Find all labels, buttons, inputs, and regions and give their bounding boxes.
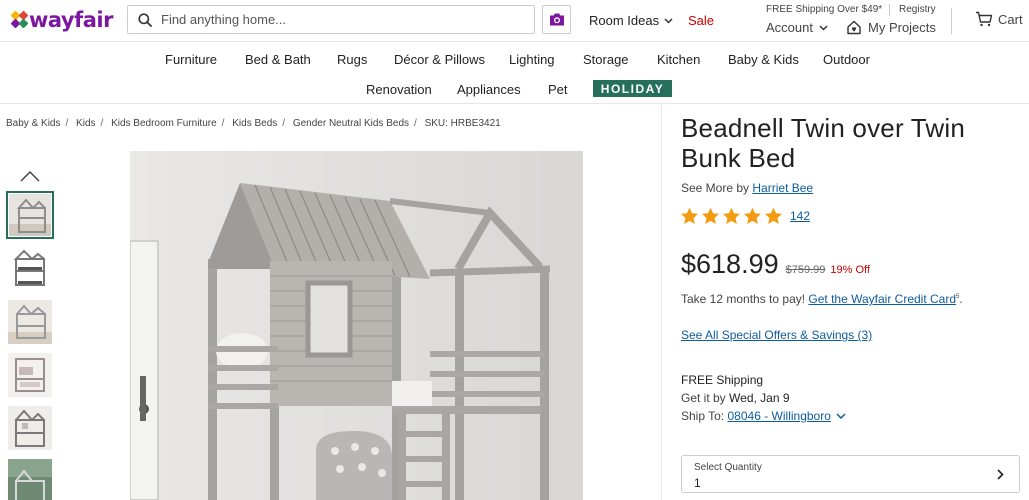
divider xyxy=(889,4,890,16)
original-price: $759.99 xyxy=(785,264,826,276)
thumbnail-4[interactable] xyxy=(8,353,52,397)
nav-item-decor-pillows[interactable]: Décor & Pillows xyxy=(394,52,485,67)
review-count-link[interactable]: 142 xyxy=(790,209,810,223)
my-projects-label: My Projects xyxy=(868,20,936,35)
free-shipping-label: FREE Shipping xyxy=(681,373,764,387)
product-title: Beadnell Twin over Twin Bunk Bed xyxy=(681,113,966,173)
nav-item-bed-bath[interactable]: Bed & Bath xyxy=(245,52,311,67)
logo-text: wayfair xyxy=(29,8,113,32)
thumbnail-1[interactable] xyxy=(6,191,54,239)
free-shipping-promo[interactable]: FREE Shipping Over $49* xyxy=(766,4,882,15)
breadcrumb-item[interactable]: Gender Neutral Kids Beds xyxy=(293,118,409,129)
logo-mark-icon xyxy=(10,10,29,29)
quantity-value: 1 xyxy=(694,476,701,490)
delivery-date: Wed, Jan 9 xyxy=(729,391,790,405)
search-box[interactable] xyxy=(127,5,535,34)
star-icon xyxy=(722,207,741,224)
credit-card-link[interactable]: Get the Wayfair Credit Card xyxy=(808,292,956,306)
nav-item-storage[interactable]: Storage xyxy=(583,52,629,67)
chevron-down-icon[interactable] xyxy=(836,413,846,419)
brand-link[interactable]: Harriet Bee xyxy=(752,181,813,195)
search-input[interactable] xyxy=(161,12,521,27)
breadcrumb-item[interactable]: Kids Beds xyxy=(232,118,277,129)
nav-item-appliances[interactable]: Appliances xyxy=(457,82,521,97)
credit-promo-text: Take 12 months to pay! xyxy=(681,292,806,306)
registry-link[interactable]: Registry xyxy=(899,4,936,15)
nav-item-rugs[interactable]: Rugs xyxy=(337,52,367,67)
chevron-up-icon[interactable] xyxy=(20,170,40,182)
product-main-image[interactable] xyxy=(130,151,583,500)
visual-search-button[interactable] xyxy=(542,5,571,34)
room-ideas-menu[interactable]: Room Ideas xyxy=(589,13,673,28)
breadcrumb-item[interactable]: Baby & Kids xyxy=(6,118,60,129)
quantity-label: Select Quantity xyxy=(694,462,762,473)
breadcrumb-item[interactable]: Kids xyxy=(76,118,95,129)
thumbnail-2[interactable] xyxy=(8,247,52,291)
divider xyxy=(951,8,952,34)
nav-item-kitchen[interactable]: Kitchen xyxy=(657,52,700,67)
house-heart-icon xyxy=(847,20,861,35)
ship-to-label: Ship To: xyxy=(681,409,725,423)
nav-item-renovation[interactable]: Renovation xyxy=(366,82,432,97)
price-block: $618.99 $759.99 19% Off xyxy=(681,249,870,280)
nav-item-baby-kids[interactable]: Baby & Kids xyxy=(728,52,799,67)
cart-icon xyxy=(976,11,993,27)
get-it-by-label: Get it by xyxy=(681,391,726,405)
breadcrumb-item[interactable]: Kids Bedroom Furniture xyxy=(111,118,217,129)
discount-badge: 19% Off xyxy=(830,264,870,276)
ship-to-location-link[interactable]: 08046 - Willingboro xyxy=(728,407,831,425)
see-more-by: See More by Harriet Bee xyxy=(681,181,813,195)
credit-card-promo: Take 12 months to pay! Get the Wayfair C… xyxy=(681,292,963,306)
quantity-select[interactable]: Select Quantity 1 xyxy=(681,455,1020,493)
special-offers-link[interactable]: See All Special Offers & Savings (3) xyxy=(681,328,872,342)
star-icon xyxy=(701,207,720,224)
thumbnail-6[interactable] xyxy=(8,459,52,500)
nav-item-holiday[interactable]: HOLIDAY xyxy=(593,80,672,97)
nav-item-furniture[interactable]: Furniture xyxy=(165,52,217,67)
thumbnail-3[interactable] xyxy=(8,300,52,344)
star-icon xyxy=(764,207,783,224)
category-nav: Furniture Bed & Bath Rugs Décor & Pillow… xyxy=(0,43,1029,104)
account-label: Account xyxy=(766,20,813,35)
chevron-down-icon xyxy=(664,17,673,24)
rating-stars[interactable]: 142 xyxy=(680,207,810,225)
my-projects-link[interactable]: My Projects xyxy=(846,20,936,35)
room-ideas-label: Room Ideas xyxy=(589,13,660,28)
chevron-down-icon xyxy=(819,24,828,31)
see-more-prefix: See More by xyxy=(681,181,750,195)
nav-item-outdoor[interactable]: Outdoor xyxy=(823,52,870,67)
thumbnail-5[interactable] xyxy=(8,406,52,450)
breadcrumb: Baby & Kids / Kids / Kids Bedroom Furnitur… xyxy=(6,118,501,129)
divider xyxy=(661,104,662,500)
camera-icon xyxy=(549,13,564,26)
sale-link[interactable]: Sale xyxy=(688,13,714,28)
cart-label: Cart xyxy=(998,11,1023,27)
shipping-info: FREE Shipping Get it by Wed, Jan 9 Ship … xyxy=(681,371,846,425)
chevron-right-icon xyxy=(997,469,1004,480)
nav-item-lighting[interactable]: Lighting xyxy=(509,52,555,67)
site-header: wayfair Room Ideas Sale FREE Shipping Ov… xyxy=(0,0,1029,42)
star-icon xyxy=(743,207,762,224)
sale-price: $618.99 xyxy=(681,249,779,279)
wayfair-logo[interactable]: wayfair xyxy=(10,6,113,34)
star-icon xyxy=(680,207,699,224)
nav-item-pet[interactable]: Pet xyxy=(548,82,568,97)
search-icon xyxy=(138,12,152,27)
footnote-marker: 5 xyxy=(956,294,960,300)
sku-label: SKU: HRBE3421 xyxy=(424,118,501,129)
cart-link[interactable]: Cart xyxy=(975,11,1023,27)
